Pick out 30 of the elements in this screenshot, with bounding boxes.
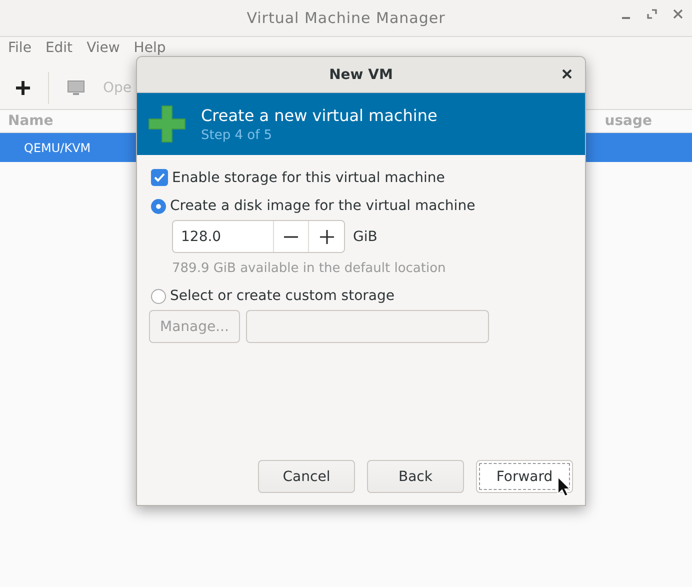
radio-button[interactable] xyxy=(151,198,166,214)
checkbox-label[interactable]: Enable storage for this virtual machine xyxy=(172,170,445,186)
dialog-button[interactable]: Cancel xyxy=(258,460,355,493)
radio-label[interactable]: Select or create custom storage xyxy=(170,288,394,304)
checkmark-icon xyxy=(154,173,165,182)
radio-button[interactable] xyxy=(151,288,166,304)
checkbox[interactable] xyxy=(151,169,168,186)
banner-title: Create a new virtual machine xyxy=(201,106,438,124)
menu-item[interactable]: Edit xyxy=(45,41,73,55)
monitor-icon[interactable] xyxy=(67,80,85,96)
dialog-title: New VM xyxy=(329,66,393,82)
pointer-icon xyxy=(557,476,570,497)
dialog-button[interactable]: Forward xyxy=(476,460,573,493)
maximize-icon[interactable] xyxy=(646,8,658,20)
menu-item[interactable]: View xyxy=(86,41,120,55)
plus-icon[interactable] xyxy=(320,230,334,244)
plus-icon[interactable] xyxy=(16,81,30,95)
unit-label: GiB xyxy=(353,228,378,244)
window-title: Virtual Machine Manager xyxy=(246,9,446,27)
column-header: Name xyxy=(8,113,54,129)
menu-item[interactable]: File xyxy=(8,41,32,55)
radio-label[interactable]: Create a disk image for the virtual machine xyxy=(170,198,476,214)
dialog-button[interactable]: Back xyxy=(367,460,464,493)
close-icon[interactable] xyxy=(672,8,684,20)
menu-item[interactable]: Help xyxy=(134,41,166,55)
column-header: usage xyxy=(604,113,652,129)
step-label: Step 4 of 5 xyxy=(201,128,274,142)
size-spinbox[interactable]: 128.0 xyxy=(172,220,345,253)
hint-text: 789.9 GiB available in the default location xyxy=(172,261,447,276)
plus-icon xyxy=(147,104,187,144)
